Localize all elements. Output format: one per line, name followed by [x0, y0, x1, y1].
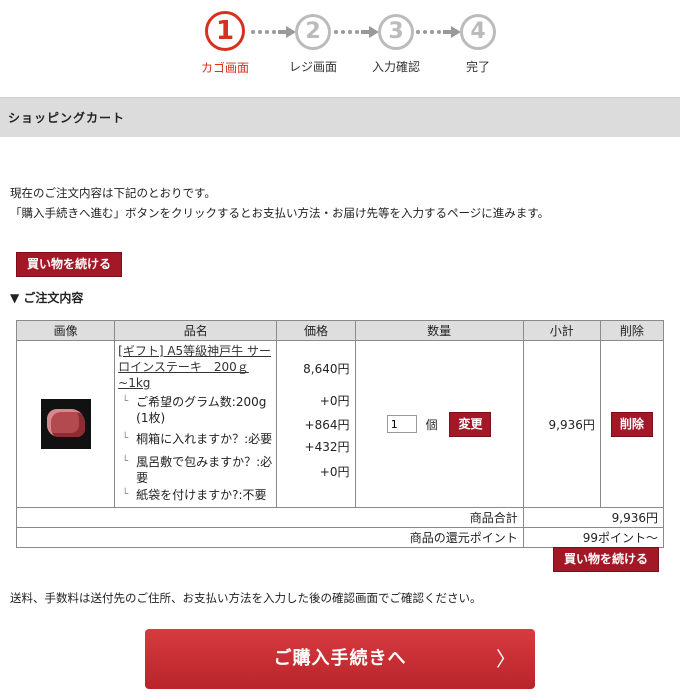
option-grams: ご希望のグラム数:200g (1枚): [118, 394, 273, 428]
header-quantity: 数量: [354, 320, 524, 341]
header-subtotal: 小計: [522, 320, 601, 341]
total-value: 9,936円: [522, 507, 665, 528]
subtotal-cell: 9,936円: [522, 340, 601, 508]
product-name-link[interactable]: [ギフト] A5等級神戸牛 サーロインステーキ 200ｇ~1kg: [118, 344, 271, 390]
step-number: 4: [460, 14, 496, 50]
points-value: 99ポイント〜: [522, 527, 665, 548]
quantity-cell: 個 変更: [354, 340, 524, 508]
continue-shopping-button[interactable]: 買い物を続ける: [553, 547, 659, 572]
option-price: +432円: [304, 440, 350, 454]
intro-text: 現在のご注文内容は下記のとおりです。 「購入手続きへ進む」ボタンをクリックすると…: [10, 183, 549, 223]
step-register: 2 レジ画面: [278, 14, 348, 75]
change-quantity-button[interactable]: 変更: [449, 411, 492, 437]
step-label: 入力確認: [371, 60, 420, 74]
quantity-unit: 個: [425, 417, 438, 432]
quantity-input[interactable]: [386, 415, 417, 433]
chevron-right-icon: 〉: [496, 647, 517, 671]
checkout-label: ご購入手続きへ: [273, 648, 407, 669]
table-header-row: 画像 品名 価格 数量 小計 削除: [15, 320, 665, 341]
step-number: 3: [378, 14, 414, 50]
checkout-button[interactable]: ご購入手続きへ 〉: [145, 629, 535, 689]
step-cart: 1 カゴ画面: [190, 11, 260, 76]
header-name: 品名: [114, 320, 278, 341]
points-label: 商品の還元ポイント: [16, 527, 524, 548]
total-label: 商品合計: [16, 507, 524, 528]
step-number: 1: [205, 11, 245, 51]
step-complete: 4 完了: [443, 14, 513, 75]
price-cell: 8,640円 +0円 +864円 +432円 +0円: [276, 340, 356, 508]
cart-header: ショッピングカート: [0, 97, 680, 137]
continue-shopping-button[interactable]: 買い物を続ける: [16, 252, 122, 277]
option-furoshiki: 風呂敷で包みますか？:必要: [118, 454, 273, 485]
name-cell: [ギフト] A5等級神戸牛 サーロインステーキ 200ｇ~1kg ご希望のグラム…: [114, 340, 278, 508]
intro-line-1: 現在のご注文内容は下記のとおりです。: [10, 186, 216, 200]
intro-line-2: 「購入手続きへ進む」ボタンをクリックするとお支払い方法・お届け先等を入力するペー…: [10, 206, 550, 220]
product-image[interactable]: [40, 399, 91, 449]
step-label: カゴ画面: [200, 61, 249, 75]
points-row: 商品の還元ポイント 99ポイント〜: [16, 527, 665, 548]
header-delete: 削除: [599, 320, 665, 341]
table-row: [ギフト] A5等級神戸牛 サーロインステーキ 200ｇ~1kg ご希望のグラム…: [15, 340, 665, 508]
header-image: 画像: [15, 320, 116, 341]
cart-table: 画像 品名 価格 数量 小計 削除 [ギフト] A5等級神戸牛 サーロインステー…: [15, 320, 665, 548]
page-title: ショッピングカート: [8, 111, 126, 125]
shipping-note: 送料、手数料は送付先のご住所、お支払い方法を入力した後の確認画面でご確認ください…: [10, 591, 482, 605]
delete-cell: 削除: [599, 340, 665, 508]
checkout-steps: 1 カゴ画面 2 レジ画面 3 入力確認 4 完了: [0, 0, 680, 96]
option-price: +864円: [304, 418, 350, 432]
total-row: 商品合計 9,936円: [16, 507, 665, 528]
option-paper-bag: 紙袋を付けますか?:不要: [118, 487, 273, 505]
option-kiribako: 桐箱に入れますか？:必要: [118, 431, 273, 451]
step-confirm: 3 入力確認: [361, 14, 431, 75]
step-label: 完了: [465, 60, 490, 74]
image-cell: [15, 340, 116, 508]
step-number: 2: [295, 14, 331, 50]
step-label: レジ画面: [288, 60, 337, 74]
delete-item-button[interactable]: 削除: [610, 411, 653, 437]
header-price: 価格: [276, 320, 356, 341]
option-price: +0円: [319, 394, 350, 408]
order-contents-heading: ▼ ご注文内容: [10, 291, 84, 305]
option-price: +0円: [319, 465, 350, 479]
base-price: 8,640円: [303, 362, 350, 376]
